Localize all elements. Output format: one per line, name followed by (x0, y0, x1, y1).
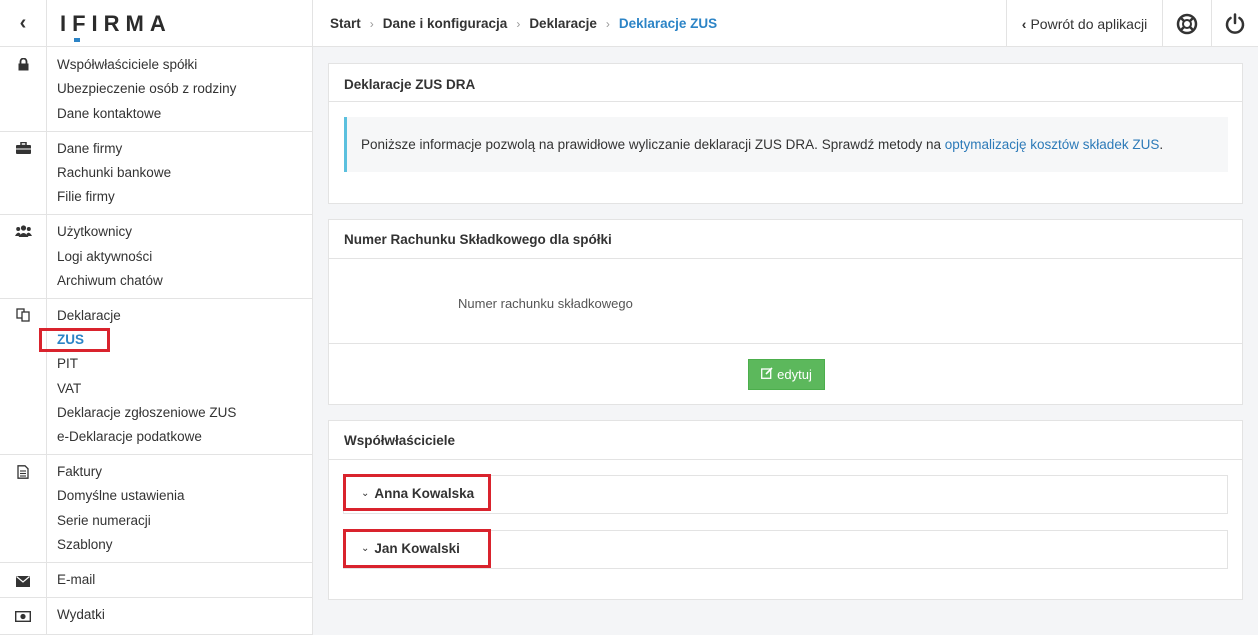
zus-optimization-link[interactable]: optymalizację kosztów składek ZUS (945, 137, 1160, 152)
sidebar-item-users[interactable]: Użytkownicy (57, 223, 132, 241)
breadcrumb-current: Deklaracje ZUS (618, 16, 718, 31)
invoice-icon (14, 464, 32, 480)
sidebar-item-invoices[interactable]: Faktury (57, 463, 102, 481)
sidebar-item-company-data[interactable]: Dane firmy (57, 140, 122, 158)
users-icon (14, 223, 32, 239)
sidebar-section-owners: Współwłaściciele spółki Ubezpieczenie os… (0, 47, 313, 132)
sidebar-item-contact[interactable]: Dane kontaktowe (57, 105, 161, 123)
sidebar-section-declarations: Deklaracje ZUS PIT VAT Deklaracje zgłosz… (0, 299, 313, 455)
sidebar-item-bank-accounts[interactable]: Rachunki bankowe (57, 164, 171, 182)
breadcrumb-config[interactable]: Dane i konfiguracja (383, 16, 508, 31)
sidebar-item-co-owners[interactable]: Współwłaściciele spółki (57, 56, 197, 74)
back-button[interactable]: ‹ (0, 0, 47, 47)
edit-label: edytuj (777, 367, 812, 382)
chevron-right-icon: › (516, 16, 521, 31)
envelope-icon (14, 573, 32, 589)
highlight-anna (343, 474, 491, 511)
documents-icon (14, 307, 32, 323)
edit-icon (761, 367, 773, 382)
chevron-left-icon: ‹ (1021, 15, 1027, 32)
highlight-zus (39, 328, 110, 352)
sidebar: Współwłaściciele spółki Ubezpieczenie os… (0, 47, 313, 635)
lifebuoy-icon[interactable] (1163, 0, 1212, 47)
sidebar-item-branches[interactable]: Filie firmy (57, 188, 115, 206)
top-bar: ‹ IFIRMA Start › Dane i konfiguracja › D… (0, 0, 1258, 47)
sidebar-item-chat-archive[interactable]: Archiwum chatów (57, 272, 163, 290)
sidebar-item-numbering[interactable]: Serie numeracji (57, 512, 151, 530)
sidebar-item-declarations[interactable]: Deklaracje (57, 307, 121, 325)
sidebar-item-email[interactable]: E-mail (57, 571, 95, 589)
sidebar-item-expenses[interactable]: Wydatki (57, 606, 105, 624)
sidebar-item-templates[interactable]: Szablony (57, 536, 113, 554)
panel-title: Deklaracje ZUS DRA (344, 77, 476, 92)
return-to-app-link[interactable]: ‹ Powrót do aplikacji (1006, 0, 1163, 47)
sidebar-item-e-declarations[interactable]: e-Deklaracje podatkowe (57, 428, 202, 446)
sidebar-item-vat[interactable]: VAT (57, 380, 81, 398)
breadcrumb-start[interactable]: Start (330, 16, 361, 31)
lock-icon (14, 56, 32, 72)
info-box: Poniższe informacje pozwolą na prawidłow… (344, 117, 1228, 172)
sidebar-section-invoices: Faktury Domyślne ustawienia Serie numera… (0, 455, 313, 563)
logo-text: IFIRMA (60, 10, 172, 42)
panel-zus-dra: Deklaracje ZUS DRA Poniższe informacje p… (328, 63, 1243, 204)
panel-title: Numer Rachunku Składkowego dla spółki (344, 232, 612, 247)
panel-title: Współwłaściciele (344, 433, 456, 448)
chevron-left-icon: ‹ (19, 12, 27, 34)
chevron-right-icon: › (369, 16, 374, 31)
return-label: Powrót do aplikacji (1030, 15, 1148, 32)
chevron-right-icon: › (605, 16, 610, 31)
sidebar-section-email: E-mail (0, 563, 313, 598)
sidebar-item-zus-registration[interactable]: Deklaracje zgłoszeniowe ZUS (57, 404, 236, 422)
highlight-jan (343, 529, 491, 568)
panel-account-number: Numer Rachunku Składkowego dla spółki Nu… (328, 219, 1243, 405)
sidebar-section-users: Użytkownicy Logi aktywności Archiwum cha… (0, 215, 313, 299)
account-number-label: Numer rachunku składkowego (458, 296, 633, 311)
breadcrumb-declarations[interactable]: Deklaracje (529, 16, 597, 31)
breadcrumb: Start › Dane i konfiguracja › Deklaracje… (330, 0, 717, 47)
sidebar-item-activity-logs[interactable]: Logi aktywności (57, 248, 152, 266)
sidebar-section-company: Dane firmy Rachunki bankowe Filie firmy (0, 132, 313, 215)
sidebar-item-default-settings[interactable]: Domyślne ustawienia (57, 487, 185, 505)
briefcase-icon (14, 140, 32, 156)
info-text: Poniższe informacje pozwolą na prawidłow… (361, 137, 1164, 152)
edit-button[interactable]: edytuj (748, 359, 825, 390)
money-icon (14, 608, 32, 624)
logo[interactable]: IFIRMA (47, 0, 313, 47)
power-icon[interactable] (1212, 0, 1258, 47)
sidebar-item-pit[interactable]: PIT (57, 355, 78, 373)
sidebar-item-family-insurance[interactable]: Ubezpieczenie osób z rodziny (57, 80, 236, 98)
sidebar-section-expenses: Wydatki (0, 598, 313, 635)
